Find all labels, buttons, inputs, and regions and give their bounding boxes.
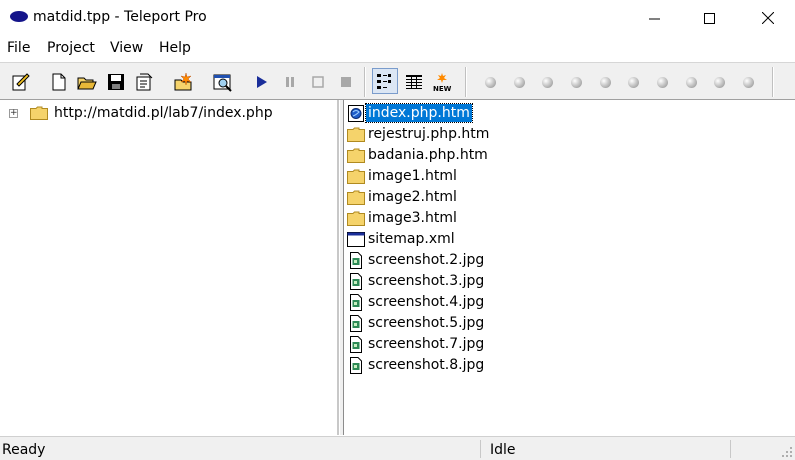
status-text: Ready xyxy=(2,442,46,458)
menu-file[interactable]: File xyxy=(7,40,30,56)
status-idle: Idle xyxy=(490,442,516,458)
folder-icon xyxy=(30,106,48,120)
folder-icon xyxy=(347,127,365,142)
expand-icon[interactable]: + xyxy=(9,109,18,118)
image-file-icon xyxy=(350,273,362,290)
browse-icon[interactable] xyxy=(213,72,233,92)
file-name: screenshot.2.jpg xyxy=(368,252,485,268)
resize-grip-icon[interactable] xyxy=(781,446,793,458)
thread-indicator-icon xyxy=(743,77,754,88)
svg-text:NEW: NEW xyxy=(433,85,452,92)
xml-file-icon xyxy=(347,232,365,247)
file-name: image2.html xyxy=(368,189,457,205)
close-button[interactable] xyxy=(745,0,791,36)
clear-icon[interactable] xyxy=(173,72,193,92)
file-name: rejestruj.php.htm xyxy=(368,126,490,142)
properties-icon[interactable] xyxy=(134,72,154,92)
stop-all-icon[interactable] xyxy=(336,72,356,92)
file-name: screenshot.7.jpg xyxy=(368,336,485,352)
title-bar: matdid.tpp - Teleport Pro xyxy=(0,0,795,36)
toolbar-separator xyxy=(364,67,366,97)
image-file-icon xyxy=(350,252,362,269)
maximize-icon xyxy=(703,12,715,24)
stop-icon[interactable] xyxy=(308,72,328,92)
thread-indicator-icon xyxy=(485,77,496,88)
thread-indicator-icon xyxy=(714,77,725,88)
folder-icon xyxy=(347,190,365,205)
image-file-icon xyxy=(350,357,362,374)
file-name: screenshot.8.jpg xyxy=(368,357,485,373)
minimize-button[interactable] xyxy=(631,0,677,36)
menu-project[interactable]: Project xyxy=(47,40,95,56)
window-title: matdid.tpp - Teleport Pro xyxy=(33,9,207,25)
new-project-wizard-icon[interactable] xyxy=(11,72,31,92)
thread-indicator-icon xyxy=(628,77,639,88)
thread-indicator-icon xyxy=(600,77,611,88)
new-only-icon[interactable]: NEW xyxy=(432,72,452,92)
minimize-icon xyxy=(648,18,660,19)
maximize-button[interactable] xyxy=(686,0,732,36)
project-tree[interactable]: + http://matdid.pl/lab7/index.php xyxy=(0,100,339,435)
list-view-icon xyxy=(377,74,391,89)
menu-bar: File Project View Help xyxy=(0,37,795,59)
open-icon[interactable] xyxy=(77,72,97,92)
list-view-button[interactable] xyxy=(372,68,398,94)
file-name: index.php.htm xyxy=(365,103,473,123)
thread-indicator-icon xyxy=(657,77,668,88)
thread-indicator-icon xyxy=(542,77,553,88)
app-icon xyxy=(10,11,28,22)
web-page-icon xyxy=(348,105,364,122)
file-name: screenshot.3.jpg xyxy=(368,273,485,289)
thread-indicator-icon xyxy=(686,77,697,88)
file-list[interactable]: index.php.htm rejestruj.php.htm badania.… xyxy=(344,100,795,435)
file-name: image1.html xyxy=(368,168,457,184)
start-icon[interactable] xyxy=(252,72,272,92)
tree-root-label: http://matdid.pl/lab7/index.php xyxy=(54,105,273,121)
thread-indicator-icon xyxy=(571,77,582,88)
details-view-icon[interactable] xyxy=(404,72,424,92)
close-icon xyxy=(762,12,774,24)
image-file-icon xyxy=(350,294,362,311)
folder-icon xyxy=(347,211,365,226)
file-name: screenshot.4.jpg xyxy=(368,294,485,310)
pause-icon[interactable] xyxy=(280,72,300,92)
folder-icon xyxy=(347,169,365,184)
menu-help[interactable]: Help xyxy=(159,40,191,56)
thread-indicator-icon xyxy=(514,77,525,88)
file-name: screenshot.5.jpg xyxy=(368,315,485,331)
file-name: badania.php.htm xyxy=(368,147,488,163)
toolbar-separator xyxy=(465,67,467,97)
toolbar: NEW xyxy=(0,62,795,100)
file-name: sitemap.xml xyxy=(368,231,455,247)
toolbar-separator xyxy=(772,67,774,97)
save-icon[interactable] xyxy=(106,72,126,92)
status-divider xyxy=(730,440,731,458)
menu-view[interactable]: View xyxy=(110,40,143,56)
image-file-icon xyxy=(350,315,362,332)
status-divider xyxy=(480,440,481,458)
folder-icon xyxy=(347,148,365,163)
status-bar: Ready Idle xyxy=(0,436,795,460)
image-file-icon xyxy=(350,336,362,353)
file-name: image3.html xyxy=(368,210,457,226)
new-icon[interactable] xyxy=(49,72,69,92)
